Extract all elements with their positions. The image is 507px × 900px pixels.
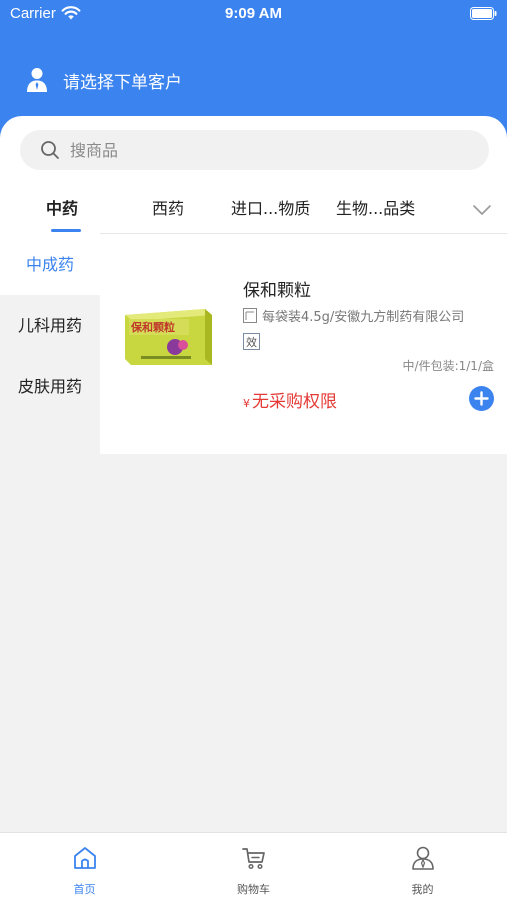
pack-info: 中/件包装:1/1/盒: [402, 359, 494, 373]
bottom-tab-bar: 首页 购物车 我的: [0, 832, 507, 900]
user-icon: [27, 68, 47, 92]
tabbar-label-mine: 我的: [411, 883, 434, 896]
product-image[interactable]: 保和颗粒: [125, 309, 212, 365]
product-image-label: 保和颗粒: [130, 320, 175, 334]
search-icon: [41, 141, 59, 159]
sidebar: 中成药 儿科用药 皮肤用药: [0, 234, 100, 417]
tabbar-label-cart: 购物车: [237, 883, 270, 896]
battery-icon: [470, 7, 497, 20]
product-spec-text: 每袋装4.5g/安徽九方制药有限公司: [262, 310, 465, 325]
status-bar: Carrier 9:09 AM: [0, 0, 507, 30]
chevron-down-icon[interactable]: [470, 200, 494, 220]
product-spec: 每袋装4.5g/安徽九方制药有限公司: [243, 306, 464, 325]
product-list: 保和颗粒 保和颗粒 每袋装4.5g/安徽九方制药有限公司 效 中/件包装:1/1…: [100, 234, 507, 454]
tab-chinese-medicine[interactable]: 中药: [46, 188, 78, 232]
tab-indicator: [51, 229, 81, 232]
price-row: ¥ 无采购权限: [243, 387, 337, 412]
tabbar-label-home: 首页: [73, 883, 96, 896]
search-input[interactable]: [70, 140, 450, 160]
category-tabs: 中药 西药 进口...物质 生物...品类: [0, 188, 507, 234]
tabbar-home[interactable]: 首页: [0, 833, 169, 900]
plus-icon: [474, 391, 489, 406]
currency-symbol: ¥: [243, 397, 250, 410]
tabbar-mine[interactable]: 我的: [338, 833, 507, 900]
select-customer-button[interactable]: 请选择下单客户: [26, 66, 182, 94]
document-icon: [243, 308, 257, 323]
tab-western-medicine[interactable]: 西药: [152, 188, 184, 232]
clock: 9:09 AM: [225, 5, 282, 22]
sidebar-item-proprietary-medicine[interactable]: 中成药: [0, 234, 100, 295]
cart-icon: [242, 848, 265, 870]
product-name: 保和颗粒: [243, 281, 311, 301]
add-to-cart-button[interactable]: [469, 386, 494, 411]
no-purchase-permission: 无采购权限: [252, 392, 337, 412]
sidebar-item-dermatology[interactable]: 皮肤用药: [0, 356, 100, 417]
search-bar[interactable]: [20, 130, 489, 170]
efficacy-tag: 效: [243, 333, 260, 350]
home-icon: [74, 847, 96, 869]
customer-prompt: 请选择下单客户: [63, 72, 182, 93]
tabbar-cart[interactable]: 购物车: [169, 833, 338, 900]
tab-imported[interactable]: 进口...物质: [231, 188, 310, 232]
profile-icon: [412, 846, 434, 870]
sidebar-item-pediatric[interactable]: 儿科用药: [0, 295, 100, 356]
tab-biological[interactable]: 生物...品类: [336, 188, 415, 232]
